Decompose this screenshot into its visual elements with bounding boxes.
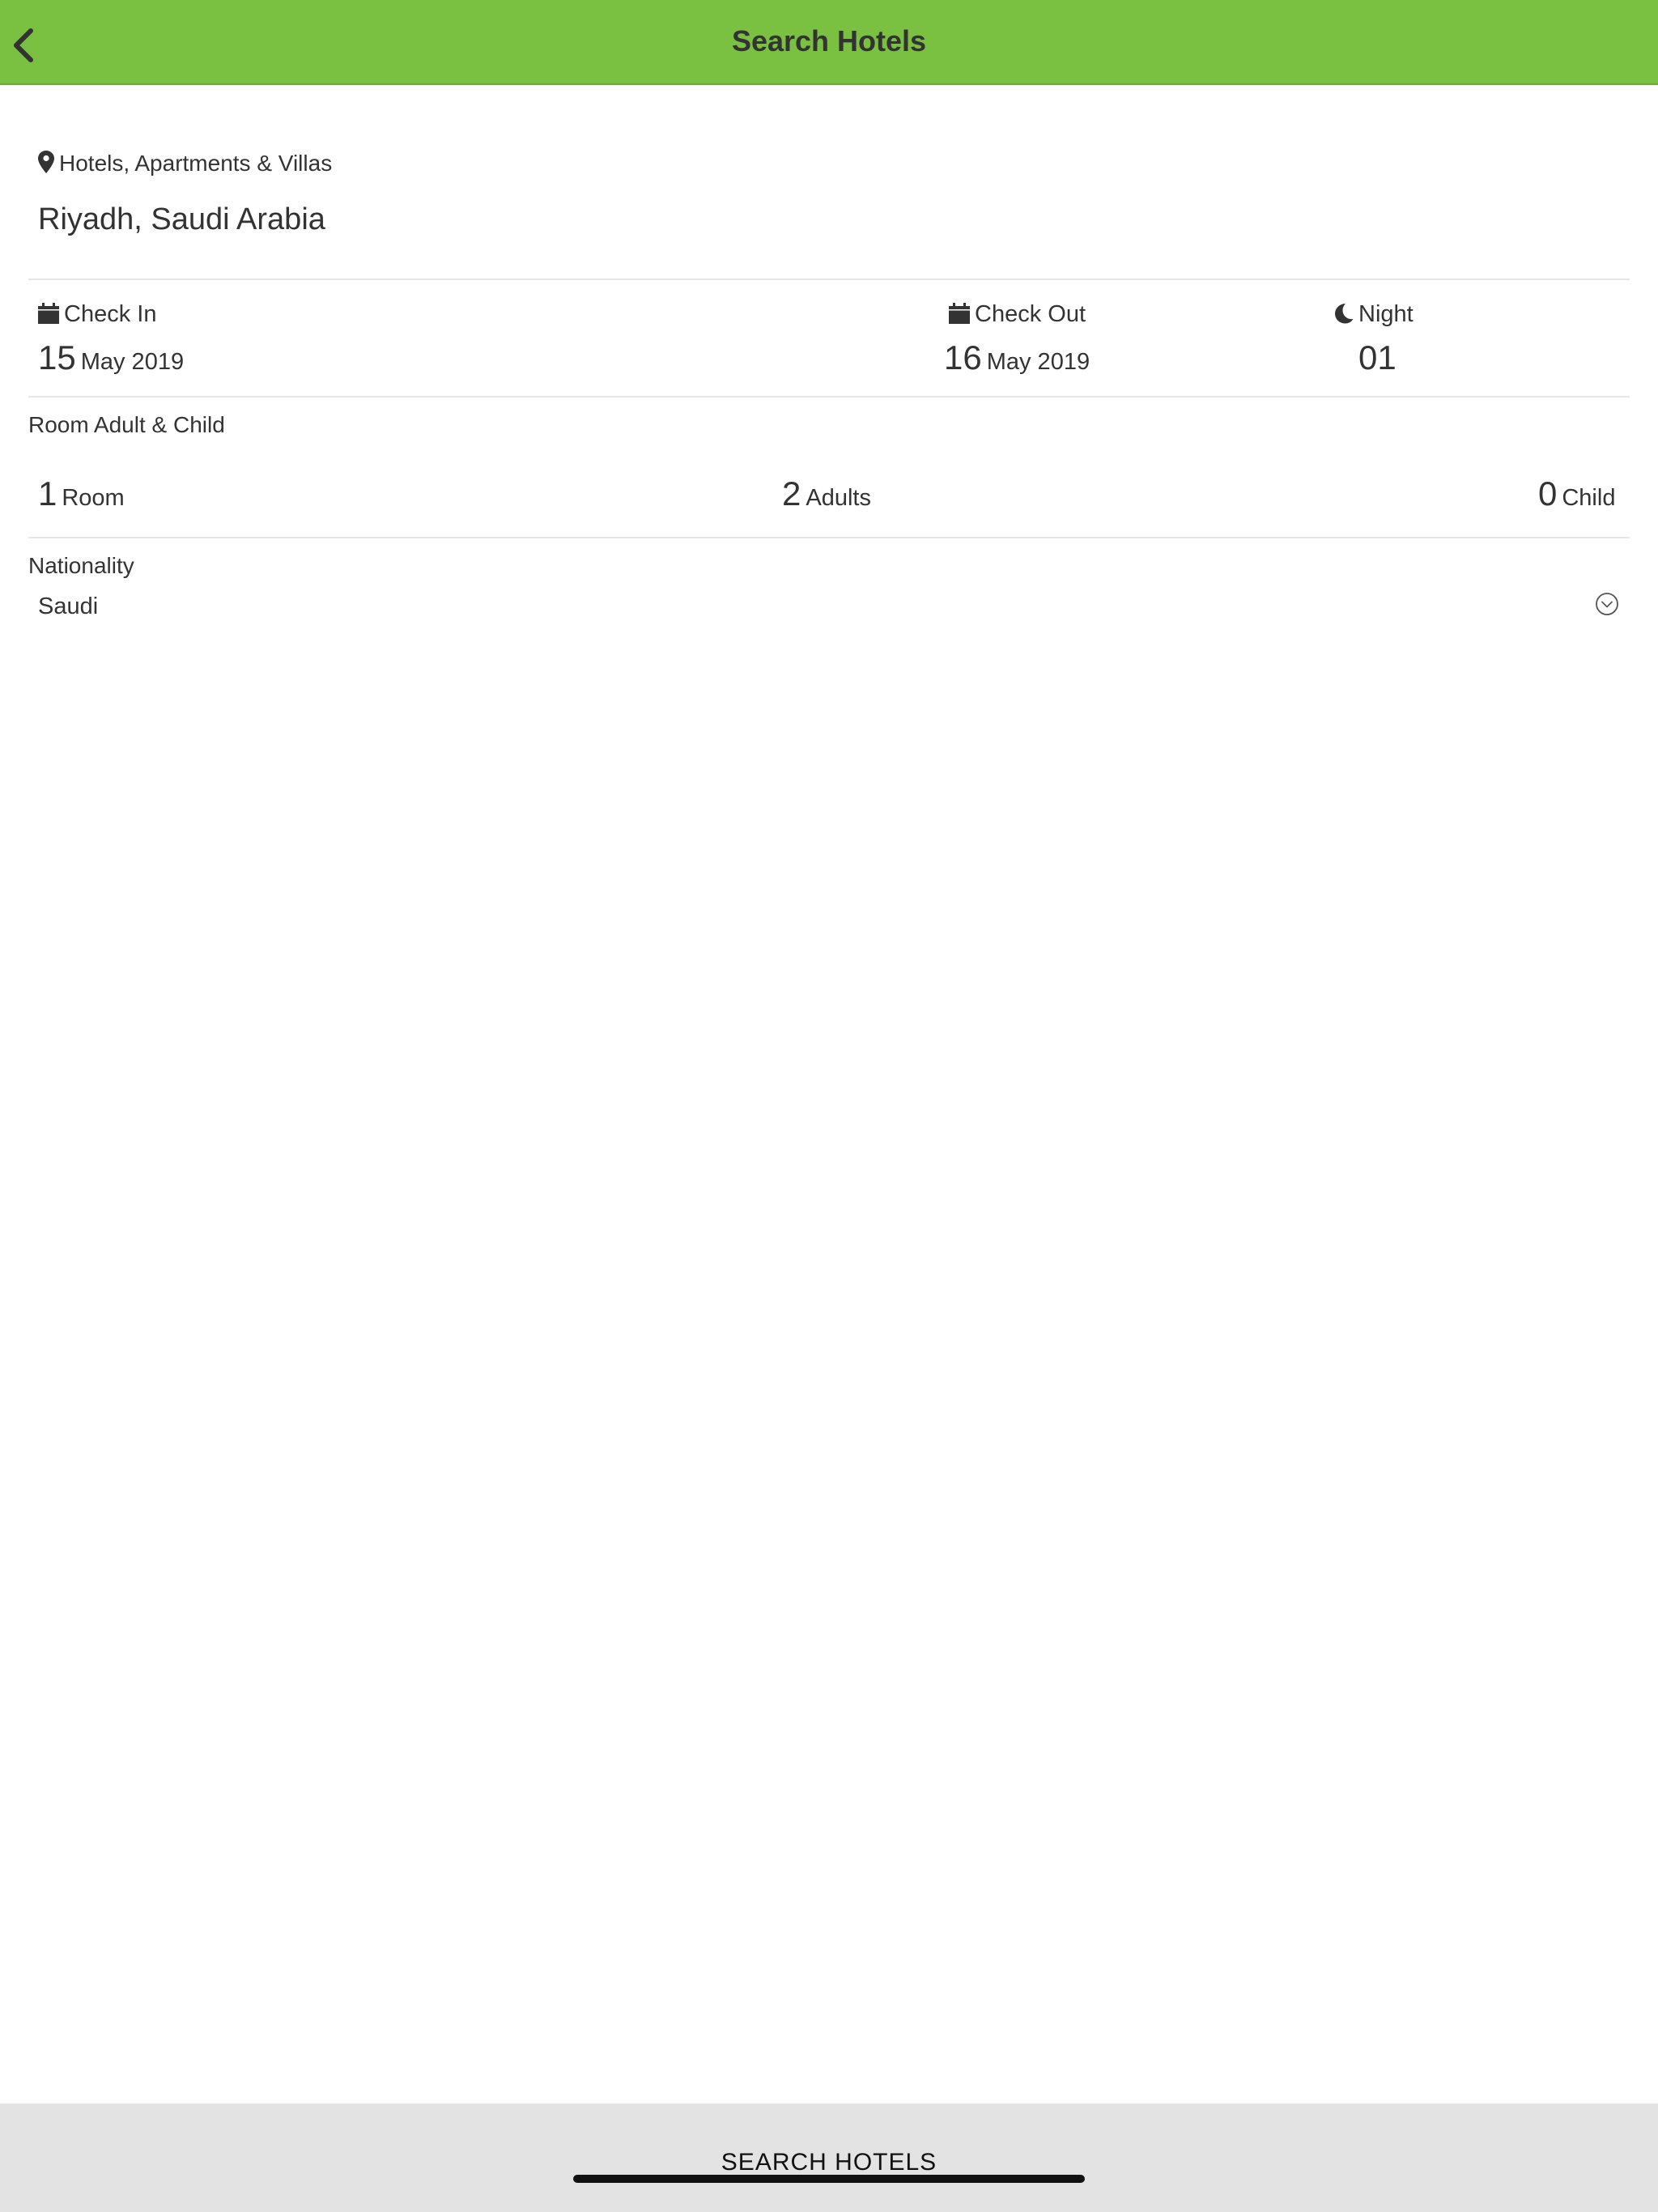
check-in-field[interactable]: Check In 15 May 2019 (38, 301, 184, 377)
search-hotels-button[interactable]: SEARCH HOTELS (0, 2104, 1658, 2212)
check-out-day: 16 (944, 338, 982, 376)
check-out-date: 16 May 2019 (944, 338, 1090, 377)
check-out-month-year: May 2019 (986, 349, 1090, 375)
adults-label: Adults (806, 485, 871, 511)
adults-count: 2 (782, 474, 801, 513)
divider (28, 279, 1630, 280)
nationality-title: Nationality (28, 553, 134, 578)
night-value: 01 (1358, 338, 1397, 376)
children-label: Child (1562, 485, 1616, 511)
location-type-text: Hotels, Apartments & Villas (59, 151, 333, 176)
check-in-label-text: Check In (64, 301, 157, 327)
destination-field[interactable]: Riyadh, Saudi Arabia (38, 202, 325, 237)
page-title: Search Hotels (731, 24, 927, 57)
adults-selector[interactable]: 2 Adults (782, 474, 871, 513)
map-pin-icon (38, 151, 54, 179)
header-bar: Search Hotels (0, 0, 1658, 85)
check-out-label-text: Check Out (975, 301, 1086, 327)
occupancy-title: Room Adult & Child (28, 412, 225, 437)
check-in-date: 15 May 2019 (38, 338, 184, 377)
nationality-select[interactable]: Saudi (38, 593, 98, 620)
check-out-label: Check Out (944, 301, 1090, 330)
check-in-label: Check In (38, 301, 184, 330)
calendar-icon (38, 303, 59, 330)
children-selector[interactable]: 0 Child (1538, 474, 1615, 513)
children-count: 0 (1538, 474, 1558, 513)
check-in-month-year: May 2019 (80, 349, 185, 375)
rooms-label: Room (62, 485, 125, 511)
moon-icon (1334, 303, 1354, 330)
calendar-icon (949, 303, 970, 330)
night-label-text: Night (1358, 301, 1414, 327)
check-out-field[interactable]: Check Out 16 May 2019 (944, 301, 1090, 377)
check-in-day: 15 (38, 338, 76, 376)
rooms-selector[interactable]: 1 Room (38, 474, 125, 513)
divider (28, 396, 1630, 398)
chevron-down-circle-icon[interactable] (1595, 592, 1619, 616)
night-count: Night 01 (1334, 301, 1414, 377)
rooms-count: 1 (38, 474, 57, 513)
location-type-label: Hotels, Apartments & Villas (38, 151, 332, 179)
home-indicator (573, 2175, 1085, 2183)
night-label: Night (1334, 301, 1414, 330)
search-hotels-label: SEARCH HOTELS (721, 2149, 937, 2176)
divider (28, 537, 1630, 538)
